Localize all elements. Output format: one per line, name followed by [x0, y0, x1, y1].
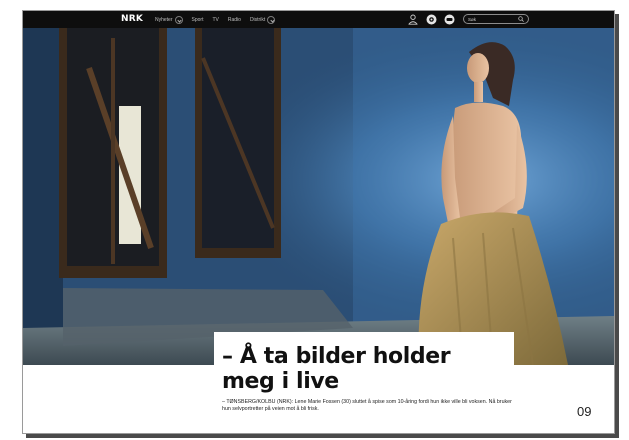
search-input[interactable]: Søk	[463, 14, 529, 24]
nav-item-label: Sport	[191, 16, 204, 23]
nav-item-label: Nyheter	[155, 16, 173, 23]
nav-item-label: Distrikt	[249, 16, 266, 23]
nav-item-label: TV	[212, 16, 219, 23]
nrk-super-icon[interactable]	[425, 13, 437, 25]
nrk-logo[interactable]: NRK	[121, 14, 143, 25]
search-icon	[518, 16, 524, 22]
user-icon[interactable]	[407, 13, 419, 25]
nrk-p3-icon[interactable]	[443, 13, 455, 25]
main-nav: Nyheter Sport TV Radio Distrikt	[155, 16, 276, 24]
chevron-down-icon	[267, 16, 276, 24]
page-frame: NRK Nyheter Sport TV Radio Distrikt Søk …	[22, 10, 615, 434]
nav-item-tv[interactable]: TV	[212, 16, 218, 24]
chevron-down-icon	[174, 16, 183, 24]
nav-item-sport[interactable]: Sport	[192, 16, 204, 24]
page-number: 09	[577, 404, 592, 419]
article-headline[interactable]: – Å ta bilder holder meg i live	[222, 344, 502, 394]
nav-item-radio[interactable]: Radio	[228, 16, 241, 24]
nav-item-label: Radio	[227, 16, 241, 23]
navbar-actions: Søk	[407, 13, 529, 25]
article-teaser[interactable]: – Å ta bilder holder meg i live – TØNSBE…	[214, 332, 514, 432]
hero-photo	[23, 28, 614, 365]
top-navbar: NRK Nyheter Sport TV Radio Distrikt Søk	[23, 11, 614, 28]
nav-item-nyheter[interactable]: Nyheter	[155, 16, 183, 24]
hero-image[interactable]	[23, 28, 614, 365]
search-placeholder: Søk	[468, 16, 477, 22]
nav-item-distrikt[interactable]: Distrikt	[249, 16, 276, 24]
article-lede: – TØNSBERG/KOLBU (NRK): Lene Marie Fosse…	[222, 399, 512, 413]
